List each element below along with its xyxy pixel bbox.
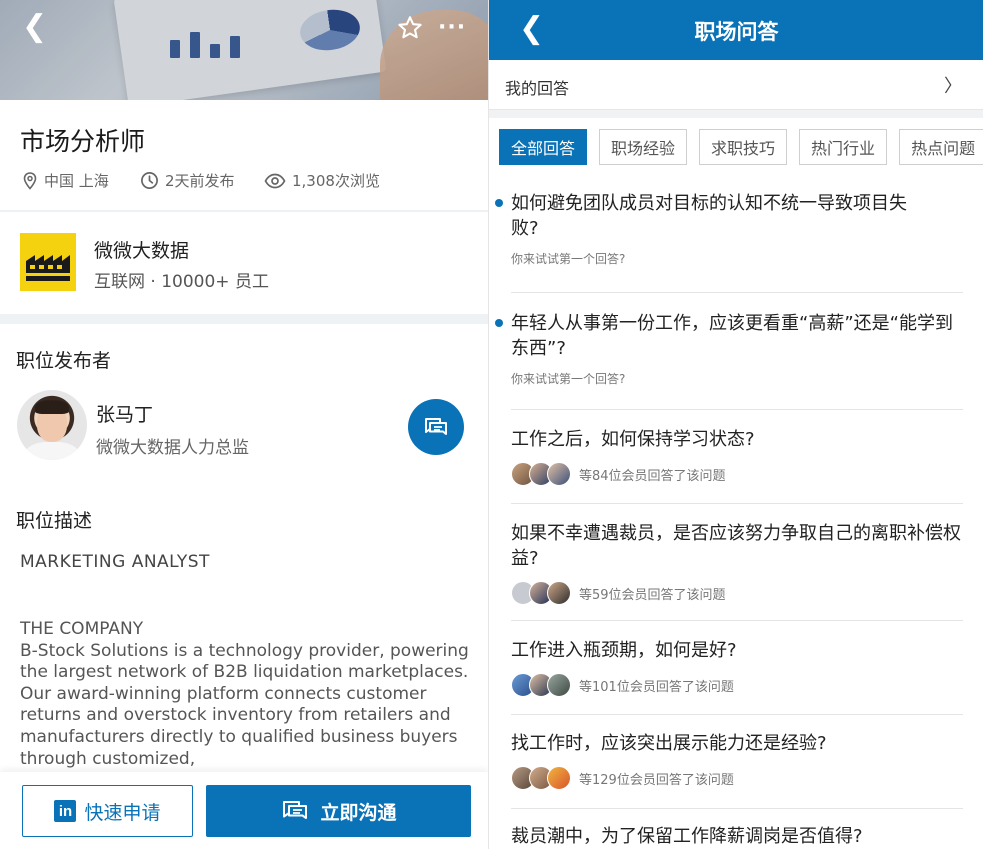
back-icon[interactable]: ❮ — [22, 12, 47, 42]
page-title: 职场问答 — [694, 20, 779, 44]
answer-count: 等129位会员回答了该问题 — [579, 772, 734, 788]
section-divider — [489, 110, 983, 118]
job-title: 市场分析师 — [20, 127, 146, 156]
answerers-row: 等101位会员回答了该问题 — [511, 673, 963, 697]
filter-hot-industries[interactable]: 热门行业 — [799, 129, 888, 165]
answerers-row: 等59位会员回答了该问题 — [511, 581, 963, 605]
star-icon[interactable] — [396, 14, 424, 42]
filter-all-answers[interactable]: 全部回答 — [499, 129, 588, 165]
clock-icon — [141, 172, 158, 189]
poster-role: 微微大数据人力总监 — [96, 438, 249, 458]
answer-count: 等101位会员回答了该问题 — [579, 679, 734, 695]
question-text[interactable]: 如何避免团队成员对目标的认知不统一导致项目失败? — [511, 191, 911, 241]
description-section-title: 职位描述 — [16, 510, 93, 532]
question-item[interactable]: 如何避免团队成员对目标的认知不统一导致项目失败? 你来试试第一个回答? — [495, 191, 963, 267]
company-logo[interactable] — [20, 233, 76, 291]
quick-apply-button[interactable]: in 快速申请 — [22, 785, 193, 837]
question-text[interactable]: 裁员潮中，为了保留工作降薪调岗是否值得? — [511, 824, 963, 849]
company-info: 互联网 · 10000+ 员工 — [94, 272, 269, 292]
category-filters: 全部回答 职场经验 求职技巧 热门行业 热点问题 — [499, 129, 983, 165]
answerers-row: 等84位会员回答了该问题 — [511, 462, 963, 486]
avatar — [547, 581, 571, 605]
poster-avatar[interactable] — [17, 390, 87, 460]
question-text[interactable]: 找工作时，应该突出展示能力还是经验? — [511, 731, 963, 756]
unread-dot — [495, 319, 503, 327]
question-item[interactable]: 工作之后，如何保持学习状态? 等84位会员回答了该问题 — [511, 427, 963, 486]
avatar — [547, 766, 571, 790]
answer-prompt[interactable]: 你来试试第一个回答? — [511, 250, 963, 267]
my-answers-label: 我的回答 — [505, 79, 570, 98]
chevron-right-icon: 〉 — [944, 76, 962, 97]
question-item[interactable]: 找工作时，应该突出展示能力还是经验? 等129位会员回答了该问题 — [511, 731, 963, 790]
views-text: 1,308次浏览 — [292, 172, 380, 190]
location-meta: 中国 上海 — [22, 170, 109, 191]
description-body: THE COMPANY B-Stock Solutions is a techn… — [20, 619, 480, 770]
qa-screen: ❮ 职场问答 我的回答 〉 全部回答 职场经验 求职技巧 热门行业 热点问题 如… — [488, 0, 983, 849]
divider — [511, 714, 963, 715]
question-text[interactable]: 年轻人从事第一份工作，应该更看重“高薪”还是“能学到东西”? — [511, 311, 963, 361]
divider — [0, 210, 488, 212]
filter-hot-topics[interactable]: 热点问题 — [899, 129, 983, 165]
question-text[interactable]: 工作之后，如何保持学习状态? — [511, 427, 963, 452]
description-heading: MARKETING ANALYST — [20, 552, 210, 572]
posted-text: 2天前发布 — [165, 172, 235, 190]
question-text[interactable]: 如果不幸遭遇裁员，是否应该努力争取自己的离职补偿权益? — [511, 521, 963, 571]
eye-icon — [264, 173, 286, 188]
more-icon[interactable]: ··· — [438, 14, 466, 42]
location-text: 中国 上海 — [44, 172, 109, 190]
chat-now-button[interactable]: 立即沟通 — [206, 785, 471, 837]
divider — [511, 503, 963, 504]
question-item[interactable]: 年轻人从事第一份工作，应该更看重“高薪”还是“能学到东西”? 你来试试第一个回答… — [495, 311, 963, 387]
chat-icon — [283, 801, 308, 819]
description-text: B-Stock Solutions is a technology provid… — [20, 640, 469, 769]
question-text[interactable]: 工作进入瓶颈期，如何是好? — [511, 638, 963, 663]
unread-dot — [495, 199, 503, 207]
question-item[interactable]: 如果不幸遭遇裁员，是否应该努力争取自己的离职补偿权益? 等59位会员回答了该问题 — [511, 521, 963, 605]
job-detail-screen: ❮ ··· 市场分析师 中国 上海 2天前发布 1,308次浏览 微微大数据 互… — [0, 0, 488, 849]
factory-logo-icon — [20, 233, 76, 291]
question-item[interactable]: 裁员潮中，为了保留工作降薪调岗是否值得? — [511, 824, 963, 849]
chat-icon — [425, 418, 447, 435]
answer-prompt[interactable]: 你来试试第一个回答? — [511, 370, 963, 387]
company-name[interactable]: 微微大数据 — [94, 236, 189, 263]
question-item[interactable]: 工作进入瓶颈期，如何是好? 等101位会员回答了该问题 — [511, 638, 963, 697]
filter-job-search-tips[interactable]: 求职技巧 — [699, 129, 788, 165]
answer-count: 等59位会员回答了该问题 — [579, 587, 726, 603]
location-pin-icon — [23, 171, 37, 190]
message-poster-button[interactable] — [408, 399, 464, 455]
answerers-row: 等129位会员回答了该问题 — [511, 766, 963, 790]
avatar — [547, 462, 571, 486]
posted-meta: 2天前发布 — [140, 170, 235, 191]
avatar — [547, 673, 571, 697]
poster-name[interactable]: 张马丁 — [96, 400, 153, 427]
filter-career-experience[interactable]: 职场经验 — [599, 129, 688, 165]
divider — [511, 292, 963, 293]
divider — [511, 620, 963, 621]
chat-now-label: 立即沟通 — [320, 801, 397, 824]
divider — [511, 409, 963, 410]
quick-apply-label: 快速申请 — [84, 801, 161, 824]
qa-header: ❮ 职场问答 — [489, 0, 983, 60]
divider — [511, 808, 963, 809]
linkedin-icon: in — [54, 800, 77, 822]
views-meta: 1,308次浏览 — [264, 170, 380, 191]
description-subheading: THE COMPANY — [20, 619, 144, 639]
poster-section-title: 职位发布者 — [16, 350, 112, 372]
my-answers-row[interactable]: 我的回答 〉 — [489, 60, 983, 110]
answer-count: 等84位会员回答了该问题 — [579, 468, 726, 484]
section-divider — [0, 314, 488, 324]
